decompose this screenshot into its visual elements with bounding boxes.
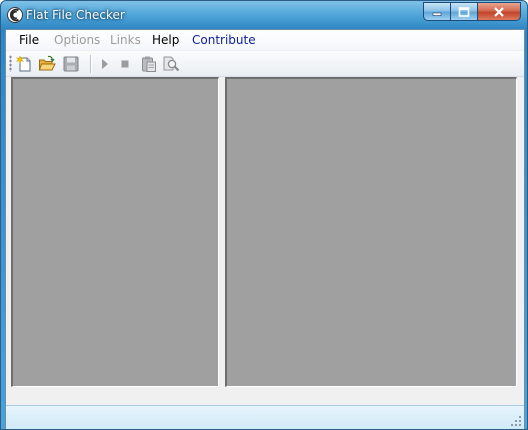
paste-button[interactable]	[140, 55, 158, 73]
close-icon	[494, 6, 504, 17]
maximize-icon	[458, 6, 470, 17]
caption-buttons	[423, 2, 521, 21]
toolbar-grip[interactable]	[9, 55, 12, 72]
stop-icon	[121, 60, 129, 68]
paste-icon	[142, 56, 156, 72]
open-folder-icon	[38, 55, 56, 71]
save-button[interactable]	[62, 55, 80, 73]
menu-bar: File Options Links Help Contribute	[6, 30, 524, 50]
stop-button[interactable]	[116, 55, 134, 73]
new-button[interactable]	[16, 55, 34, 73]
menu-help[interactable]: Help	[152, 33, 179, 47]
status-bar	[6, 405, 524, 429]
title-bar[interactable]: Flat File Checker	[1, 1, 527, 29]
resize-grip-icon[interactable]	[510, 415, 522, 427]
app-logo-icon	[7, 7, 23, 23]
app-window: Flat File Checker File Options Links Hel…	[0, 0, 528, 430]
right-pane[interactable]	[225, 77, 517, 387]
find-icon	[163, 56, 180, 72]
new-file-icon	[16, 55, 31, 72]
open-button[interactable]	[38, 55, 56, 73]
menu-file[interactable]: File	[19, 33, 39, 47]
split-container	[11, 77, 517, 387]
left-pane[interactable]	[11, 77, 219, 387]
client-area: File Options Links Help Contribute	[5, 29, 525, 429]
save-icon	[63, 56, 79, 72]
minimize-button[interactable]	[423, 2, 450, 21]
find-button[interactable]	[162, 55, 180, 73]
maximize-button[interactable]	[450, 2, 477, 21]
play-icon	[102, 59, 108, 69]
run-button[interactable]	[96, 55, 114, 73]
toolbar-separator	[90, 55, 91, 73]
toolbar	[6, 51, 524, 77]
window-title: Flat File Checker	[26, 8, 125, 22]
menu-links[interactable]: Links	[110, 33, 141, 47]
close-button[interactable]	[477, 2, 521, 21]
minimize-icon	[432, 12, 442, 16]
menu-contribute[interactable]: Contribute	[192, 33, 256, 47]
menu-options[interactable]: Options	[54, 33, 100, 47]
